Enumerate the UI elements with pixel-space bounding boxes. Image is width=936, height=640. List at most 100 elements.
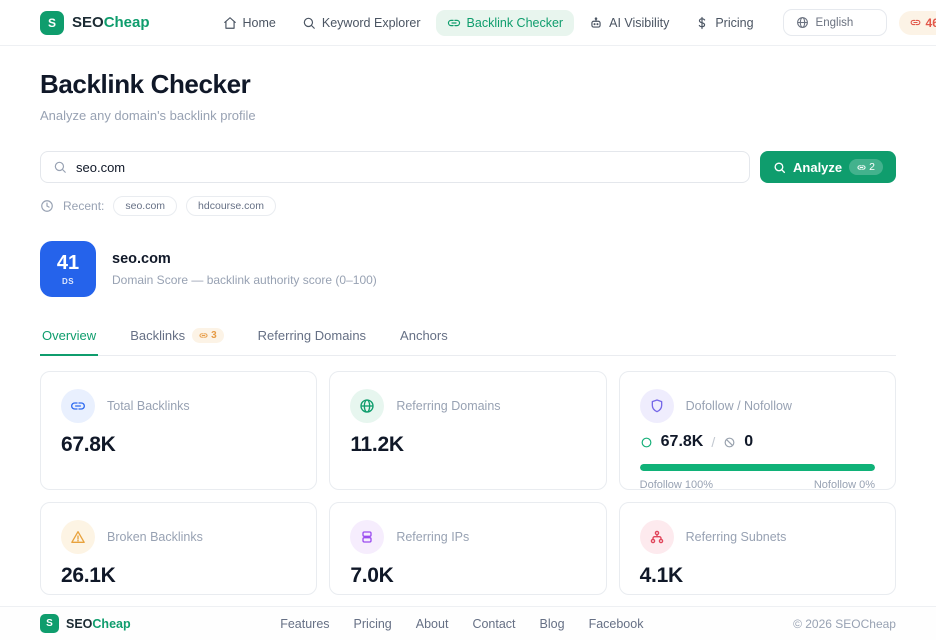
home-icon [223, 16, 237, 30]
stat-label: Broken Backlinks [107, 530, 203, 544]
link-icon [910, 17, 921, 28]
nofollow-pct-label: Nofollow 0% [814, 479, 875, 491]
domain-info: seo.com Domain Score — backlink authorit… [112, 251, 377, 287]
stat-value: 67.8K [61, 433, 296, 457]
card-head: Referring Subnets [640, 520, 875, 554]
footer-link-features[interactable]: Features [280, 617, 329, 631]
nav-item-home[interactable]: Home [212, 10, 287, 36]
recent-item[interactable]: seo.com [113, 196, 177, 216]
recent-row: Recent: seo.com hdcourse.com [40, 196, 896, 216]
stat-label: Referring IPs [396, 530, 469, 544]
nav-label: Home [243, 16, 276, 30]
domain-name: seo.com [112, 251, 377, 267]
copyright: © 2026 SEOCheap [793, 617, 896, 631]
brand[interactable]: S SEOCheap [40, 11, 150, 35]
dofollow-progress-bar [640, 464, 875, 471]
stat-card-referring-subnets: Referring Subnets 4.1K [619, 502, 896, 595]
card-head: Broken Backlinks [61, 520, 296, 554]
footer-link-contact[interactable]: Contact [472, 617, 515, 631]
shield-icon [640, 389, 674, 423]
header-right: English 46 i [783, 9, 936, 36]
analyze-button[interactable]: Analyze 2 [760, 151, 896, 183]
stat-card-referring-ips: Referring IPs 7.0K [329, 502, 606, 595]
nav-item-pricing[interactable]: Pricing [684, 10, 764, 36]
dollar-icon [695, 16, 709, 30]
page: S SEOCheap Home Keyword Explorer Backlin… [0, 0, 936, 640]
nofollow-icon [723, 436, 736, 449]
tab-backlinks[interactable]: Backlinks 3 [128, 322, 225, 356]
tab-label: Overview [42, 328, 96, 343]
domain-score-box: 41 DS [40, 241, 96, 297]
nofollow-value: 0 [744, 433, 753, 451]
footer: S SEOCheap Features Pricing About Contac… [0, 606, 936, 640]
stat-card-total-backlinks: Total Backlinks 67.8K [40, 371, 317, 490]
card-head: Referring IPs [350, 520, 585, 554]
nav-item-ai-visibility[interactable]: AI Visibility [578, 10, 680, 36]
page-subtitle: Analyze any domain's backlink profile [40, 108, 896, 123]
nav-label: AI Visibility [609, 16, 669, 30]
footer-link-facebook[interactable]: Facebook [589, 617, 644, 631]
language-select[interactable]: English [783, 9, 887, 36]
recent-label: Recent: [63, 199, 104, 213]
top-nav: S SEOCheap Home Keyword Explorer Backlin… [0, 0, 936, 46]
stats-grid: Total Backlinks 67.8K Referring Domains … [40, 371, 896, 595]
stat-value: 4.1K [640, 564, 875, 588]
tab-anchors[interactable]: Anchors [398, 322, 450, 356]
link-icon [61, 389, 95, 423]
search-icon [53, 160, 67, 174]
brand-logo-icon: S [40, 614, 59, 633]
footer-brand[interactable]: S SEOCheap [40, 614, 131, 633]
search-icon [302, 16, 316, 30]
language-value: English [816, 17, 854, 29]
separator: / [711, 434, 715, 450]
tab-label: Referring Domains [258, 328, 366, 343]
stat-value: 26.1K [61, 564, 296, 588]
brand-suffix: Cheap [92, 617, 130, 631]
dofollow-pct-label: Dofollow 100% [640, 479, 713, 491]
card-head: Total Backlinks [61, 389, 296, 423]
recent-item[interactable]: hdcourse.com [186, 196, 276, 216]
nav-label: Pricing [715, 16, 753, 30]
network-icon [640, 520, 674, 554]
brand-name: SEOCheap [72, 14, 150, 31]
stat-label: Referring Subnets [686, 530, 787, 544]
tab-overview[interactable]: Overview [40, 322, 98, 356]
tab-cost: 3 [211, 330, 217, 341]
clock-icon [40, 199, 54, 213]
analyze-cost-badge: 2 [849, 159, 883, 175]
dofollow-bar-labels: Dofollow 100% Nofollow 0% [640, 479, 875, 491]
nav-label: Keyword Explorer [322, 16, 421, 30]
credits-count: 46 [926, 16, 936, 30]
tab-referring-domains[interactable]: Referring Domains [256, 322, 368, 356]
tab-cost-badge: 3 [192, 328, 224, 343]
search-row: Analyze 2 [40, 151, 896, 183]
stat-label: Dofollow / Nofollow [686, 399, 792, 413]
brand-prefix: SEO [72, 14, 104, 31]
dofollow-progress-fill [640, 464, 875, 471]
domain-score-section: 41 DS seo.com Domain Score — backlink au… [40, 241, 896, 297]
analyze-label: Analyze [793, 160, 842, 175]
footer-link-blog[interactable]: Blog [540, 617, 565, 631]
domain-description: Domain Score — backlink authority score … [112, 273, 377, 287]
footer-link-about[interactable]: About [416, 617, 449, 631]
warning-icon [61, 520, 95, 554]
main-nav: Home Keyword Explorer Backlink Checker A… [212, 10, 765, 36]
domain-input[interactable] [76, 160, 737, 175]
tabs: Overview Backlinks 3 Referring Domains A… [40, 322, 896, 356]
footer-links: Features Pricing About Contact Blog Face… [280, 617, 643, 631]
brand-name: SEOCheap [66, 617, 131, 631]
stat-card-broken-backlinks: Broken Backlinks 26.1K [40, 502, 317, 595]
nav-item-keyword-explorer[interactable]: Keyword Explorer [291, 10, 432, 36]
stat-value: 11.2K [350, 433, 585, 457]
footer-link-pricing[interactable]: Pricing [354, 617, 392, 631]
link-icon [447, 16, 461, 30]
search-box [40, 151, 750, 183]
page-title: Backlink Checker [40, 69, 896, 100]
tab-label: Backlinks [130, 328, 185, 343]
brand-prefix: SEO [66, 617, 92, 631]
tab-label: Anchors [400, 328, 448, 343]
domain-score-label: DS [62, 277, 74, 286]
nav-item-backlink-checker[interactable]: Backlink Checker [436, 10, 575, 36]
dofollow-icon [640, 436, 653, 449]
credits-badge[interactable]: 46 [899, 11, 936, 35]
